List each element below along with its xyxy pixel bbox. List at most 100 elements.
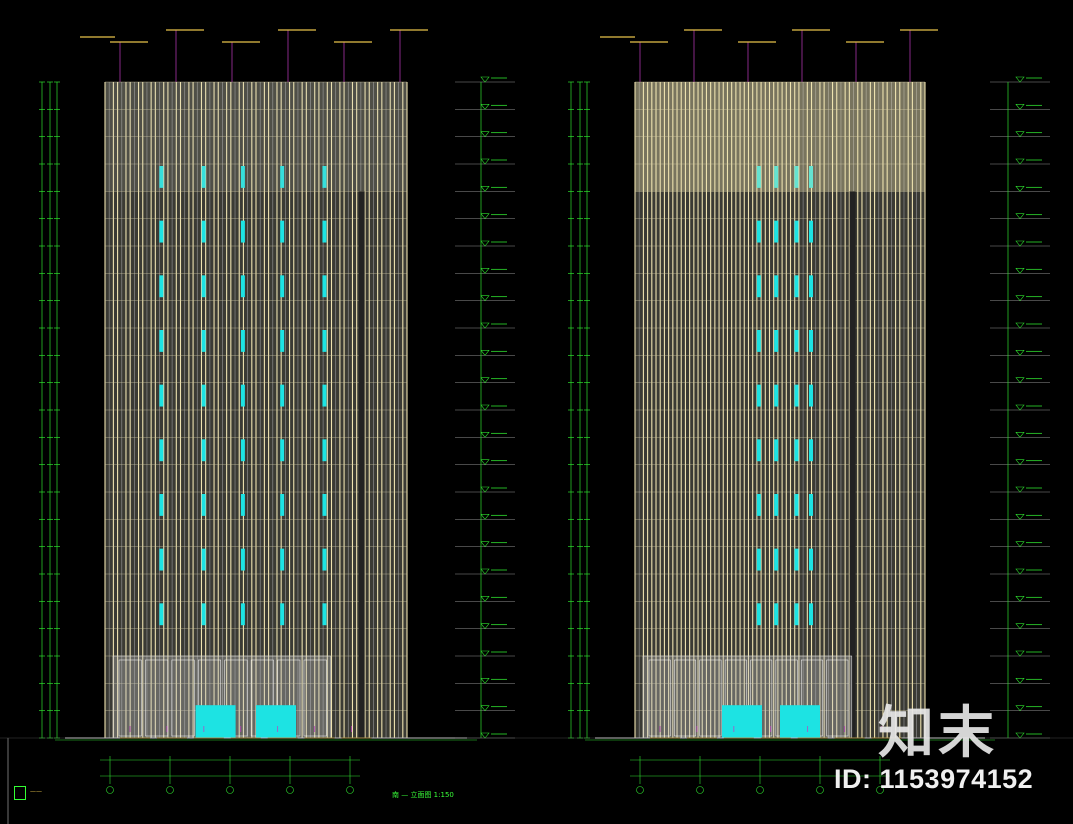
glass-panel xyxy=(809,439,813,462)
glass-panel xyxy=(322,603,327,626)
level-marker xyxy=(1015,678,1025,684)
axis-bubble xyxy=(636,786,644,794)
glass-panel xyxy=(322,439,327,462)
level-marker xyxy=(480,459,490,466)
legend-label: —— xyxy=(30,788,42,795)
entrance-glass xyxy=(195,705,236,738)
level-marker xyxy=(480,295,490,302)
level-marker xyxy=(1015,486,1025,493)
level-marker xyxy=(1015,459,1025,466)
glass-panel xyxy=(774,439,779,462)
glass-panel xyxy=(756,494,761,516)
crown-band xyxy=(105,82,407,192)
glass-panel xyxy=(322,220,327,243)
glass-panel xyxy=(774,494,779,516)
glass-panel xyxy=(159,603,164,626)
level-marker xyxy=(480,596,490,602)
axis-bubble xyxy=(756,786,764,794)
level-marker xyxy=(480,104,490,110)
glass-panel xyxy=(809,220,813,243)
level-marker xyxy=(1015,268,1025,274)
level-marker xyxy=(1015,650,1025,657)
level-marker xyxy=(480,705,490,712)
axis-bubble xyxy=(166,786,174,794)
glass-panel xyxy=(774,275,779,298)
glass-panel xyxy=(201,494,206,516)
glass-panel xyxy=(159,384,164,407)
glass-panel xyxy=(809,275,813,298)
glass-panel xyxy=(240,330,245,352)
glass-panel xyxy=(240,220,245,243)
drawing-title: 南 — 立面图 1:150 xyxy=(392,791,454,799)
level-marker xyxy=(1015,104,1025,110)
core-band xyxy=(358,191,365,739)
axis-bubble xyxy=(816,786,824,794)
glass-panel xyxy=(794,548,799,571)
level-marker xyxy=(480,678,490,684)
glass-panel xyxy=(756,220,761,243)
glass-panel xyxy=(240,548,245,571)
glass-panel xyxy=(201,330,206,352)
level-marker xyxy=(1015,623,1025,630)
glass-panel xyxy=(322,330,327,352)
glass-panel xyxy=(809,548,813,571)
glass-panel xyxy=(240,494,245,516)
glass-panel xyxy=(201,220,206,243)
glass-panel xyxy=(794,384,799,407)
glass-panel xyxy=(794,439,799,462)
level-marker xyxy=(1015,377,1025,384)
level-marker xyxy=(1015,404,1025,411)
glass-panel xyxy=(240,275,245,298)
entrance-glass xyxy=(780,705,820,738)
glass-panel xyxy=(159,439,164,462)
level-marker xyxy=(480,350,490,356)
level-marker xyxy=(480,158,490,165)
glass-panel xyxy=(794,275,799,298)
glass-panel xyxy=(809,384,813,407)
level-marker xyxy=(480,186,490,192)
crown-band xyxy=(635,82,925,192)
glass-panel xyxy=(159,330,164,352)
glass-panel xyxy=(280,220,285,243)
level-marker xyxy=(480,240,490,247)
level-marker xyxy=(480,432,490,438)
level-marker xyxy=(480,404,490,411)
glass-panel xyxy=(280,384,285,407)
glass-panel xyxy=(756,275,761,298)
level-marker xyxy=(480,486,490,493)
glass-panel xyxy=(322,275,327,298)
glass-panel xyxy=(322,548,327,571)
glass-panel xyxy=(280,494,285,516)
level-marker xyxy=(1015,514,1025,520)
level-marker xyxy=(480,514,490,520)
glass-panel xyxy=(201,548,206,571)
level-marker xyxy=(1015,432,1025,438)
entrance-glass xyxy=(722,705,762,738)
glass-panel xyxy=(201,384,206,407)
axis-bubble xyxy=(286,786,294,794)
glass-panel xyxy=(774,220,779,243)
axis-bubble xyxy=(696,786,704,794)
level-marker xyxy=(1015,322,1025,329)
axis-bubble xyxy=(106,786,114,794)
glass-panel xyxy=(201,603,206,626)
glass-panel xyxy=(756,439,761,462)
level-marker xyxy=(1015,240,1025,247)
level-marker xyxy=(1015,596,1025,602)
glass-panel xyxy=(794,220,799,243)
axis-bubble xyxy=(346,786,354,794)
glass-panel xyxy=(756,330,761,352)
level-marker xyxy=(1015,213,1025,220)
level-marker xyxy=(1015,568,1025,575)
level-marker xyxy=(1015,705,1025,712)
level-marker xyxy=(480,568,490,575)
axis-bubble xyxy=(226,786,234,794)
glass-panel xyxy=(794,330,799,352)
glass-panel xyxy=(322,494,327,516)
glass-panel xyxy=(159,220,164,243)
level-marker xyxy=(480,268,490,274)
glass-panel xyxy=(280,439,285,462)
level-marker xyxy=(1015,131,1025,138)
glass-panel xyxy=(756,384,761,407)
level-marker xyxy=(480,541,490,548)
